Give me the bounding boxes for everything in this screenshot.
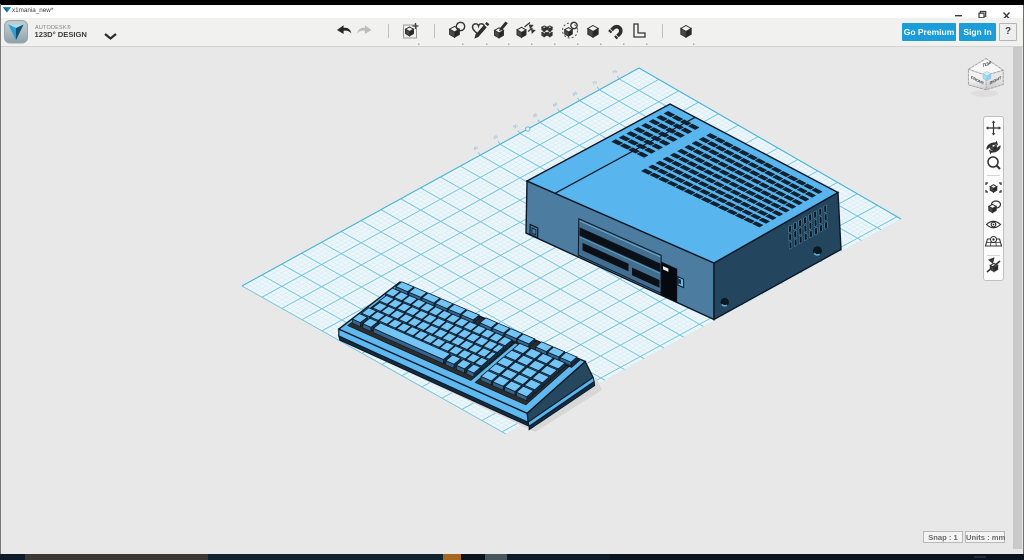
- svg-text:45: 45: [492, 134, 499, 141]
- svg-text:70: 70: [592, 79, 599, 86]
- svg-text:50: 50: [512, 123, 519, 130]
- svg-text:55: 55: [532, 112, 539, 119]
- svg-text:75: 75: [611, 68, 618, 75]
- svg-text:40: 40: [472, 144, 479, 151]
- svg-text:65: 65: [572, 90, 579, 97]
- svg-text:60: 60: [552, 101, 559, 108]
